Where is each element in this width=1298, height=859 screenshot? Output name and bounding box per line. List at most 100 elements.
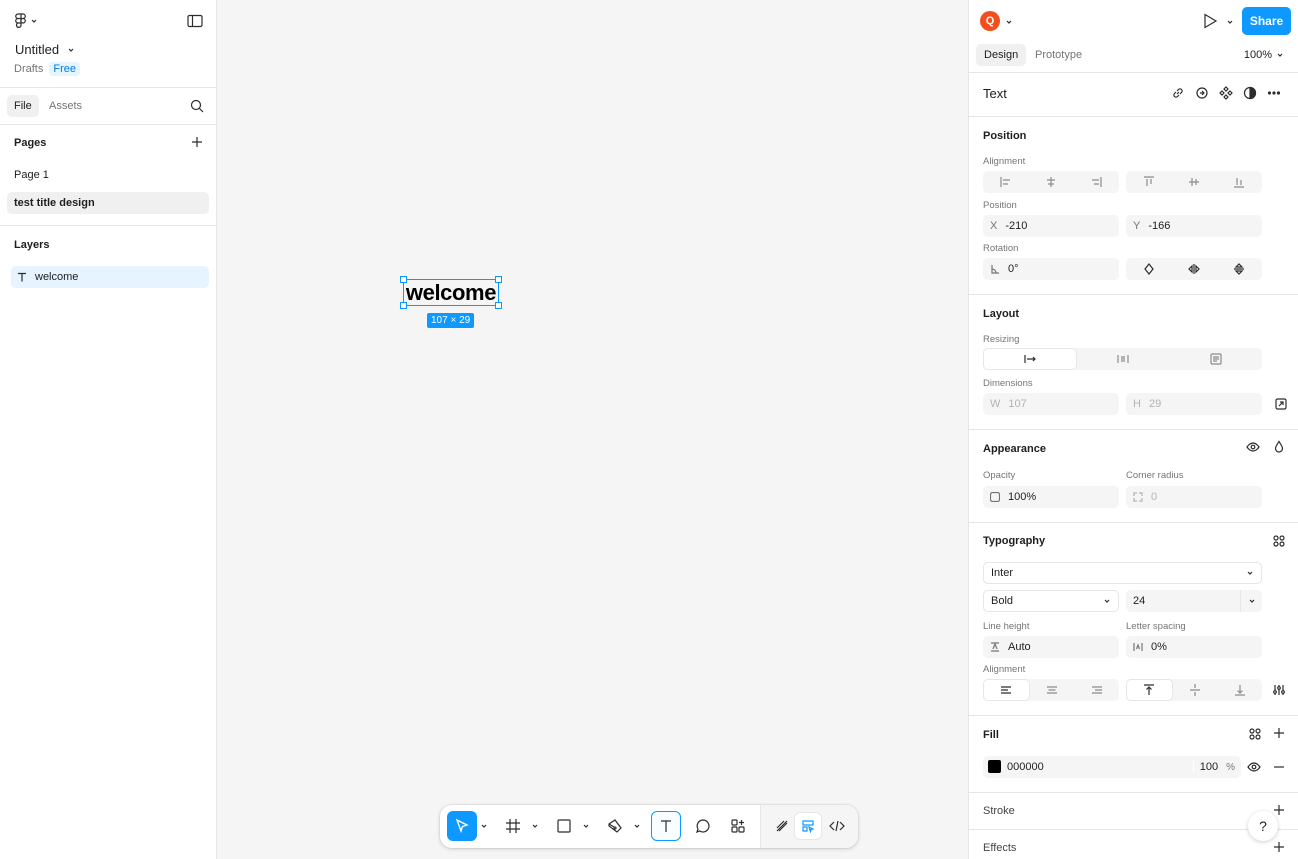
auto-height-icon[interactable] (1077, 348, 1169, 370)
fixed-size-icon[interactable] (1170, 348, 1262, 370)
shape-tool-button[interactable] (549, 811, 579, 841)
text-align-middle-icon[interactable] (1173, 679, 1218, 701)
tab-prototype[interactable]: Prototype (1035, 44, 1082, 66)
sidebar-toggle-button[interactable] (187, 14, 203, 28)
fill-visibility-toggle[interactable] (1247, 760, 1261, 774)
help-button[interactable]: ? (1248, 811, 1278, 841)
move-tool-chevron[interactable] (480, 822, 488, 830)
resize-handle-bottom-right[interactable] (495, 302, 502, 309)
line-height-field[interactable]: Auto (983, 636, 1119, 658)
present-button[interactable] (1202, 13, 1218, 29)
tab-assets[interactable]: Assets (49, 95, 82, 117)
component-instance-icon[interactable] (1195, 86, 1209, 100)
resizing-group (983, 348, 1262, 370)
pen-tool-button[interactable] (600, 811, 630, 841)
avatar[interactable]: Q (980, 11, 1000, 31)
align-right-icon[interactable] (1074, 171, 1119, 193)
add-stroke-button[interactable] (1273, 804, 1285, 816)
add-fill-button[interactable] (1273, 727, 1285, 739)
text-tool-button[interactable] (651, 811, 681, 841)
frame-tool-chevron[interactable] (531, 822, 539, 830)
y-position-field[interactable]: Y -166 (1126, 215, 1262, 237)
create-component-icon[interactable] (1219, 86, 1233, 100)
align-vertical-center-icon[interactable] (1171, 171, 1216, 193)
align-top-icon[interactable] (1126, 171, 1171, 193)
chevron-down-icon (1103, 597, 1111, 605)
add-effect-button[interactable] (1273, 841, 1285, 853)
fill-styles-button[interactable] (1248, 727, 1262, 741)
resize-handle-top-right[interactable] (495, 276, 502, 283)
pen-tool-chevron[interactable] (633, 822, 641, 830)
remove-fill-button[interactable] (1273, 761, 1285, 773)
file-title-button[interactable]: Untitled (15, 42, 75, 57)
rotation-field[interactable]: 0° (983, 258, 1119, 280)
text-styles-button[interactable] (1272, 534, 1286, 548)
auto-width-icon[interactable] (983, 348, 1078, 370)
canvas[interactable]: welcome 107 × 29 (217, 0, 968, 859)
letter-spacing-field[interactable]: 0% (1126, 636, 1262, 658)
font-size-field[interactable]: 24 (1126, 590, 1262, 612)
font-size-value: 24 (1133, 595, 1146, 607)
frame-tool-button[interactable] (498, 811, 528, 841)
type-settings-button[interactable] (1272, 683, 1286, 697)
avatar-menu-chevron[interactable] (1005, 18, 1013, 26)
design-mode-button[interactable] (795, 813, 821, 839)
text-align-right-icon[interactable] (1074, 679, 1119, 701)
text-align-left-icon[interactable] (983, 679, 1030, 701)
share-button[interactable]: Share (1242, 7, 1291, 35)
more-options-icon[interactable] (1267, 86, 1281, 100)
fill-row[interactable]: 000000 100 % (983, 756, 1241, 778)
divider (969, 116, 1298, 117)
flip-vertical-icon[interactable] (1217, 258, 1262, 280)
align-horizontal-center-icon[interactable] (1028, 171, 1073, 193)
visibility-toggle[interactable] (1246, 440, 1260, 454)
x-position-field[interactable]: X -210 (983, 215, 1119, 237)
page-item-page-1[interactable]: Page 1 (7, 164, 209, 186)
plan-badge[interactable]: Free (49, 62, 80, 76)
resize-handle-top-left[interactable] (400, 276, 407, 283)
appearance-section-title: Appearance (983, 443, 1046, 455)
shape-tool-chevron[interactable] (582, 822, 590, 830)
resize-handle-bottom-left[interactable] (400, 302, 407, 309)
layer-item-welcome[interactable]: welcome (11, 266, 209, 288)
add-page-button[interactable] (191, 136, 203, 148)
draw-icon (776, 820, 788, 832)
text-align-bottom-icon[interactable] (1217, 679, 1262, 701)
drafts-link[interactable]: Drafts (14, 63, 43, 75)
fill-opacity[interactable]: 100 (1192, 761, 1218, 773)
text-align-center-icon[interactable] (1030, 679, 1075, 701)
blend-mode-button[interactable] (1272, 440, 1286, 454)
search-button[interactable] (190, 99, 204, 113)
comment-tool-button[interactable] (688, 811, 718, 841)
tab-file[interactable]: File (7, 95, 39, 117)
text-align-top-icon[interactable] (1126, 679, 1173, 701)
constrain-proportions-button[interactable] (1274, 397, 1288, 411)
present-options-chevron[interactable] (1226, 18, 1234, 26)
main-menu-button[interactable] (14, 13, 38, 29)
opacity-field[interactable]: 100% (983, 486, 1119, 508)
dev-mode-button[interactable] (822, 811, 852, 841)
height-field[interactable]: H 29 (1126, 393, 1262, 415)
flip-horizontal-icon[interactable] (1171, 258, 1216, 280)
font-weight-select[interactable]: Bold (983, 590, 1119, 612)
actions-button[interactable] (723, 811, 753, 841)
text-icon (661, 820, 671, 832)
fill-hex[interactable]: 000000 (1007, 761, 1185, 773)
chevron-down-icon[interactable] (1240, 590, 1262, 612)
align-bottom-icon[interactable] (1217, 171, 1262, 193)
fill-swatch[interactable] (988, 760, 1001, 773)
selected-text-layer[interactable]: welcome (403, 279, 499, 306)
right-panel: Q Share Design Prototype 100% Text Posit… (968, 0, 1298, 859)
align-left-icon[interactable] (983, 171, 1028, 193)
zoom-dropdown[interactable]: 100% (1244, 44, 1284, 66)
font-family-select[interactable]: Inter (983, 562, 1262, 584)
width-field[interactable]: W 107 (983, 393, 1119, 415)
mask-icon[interactable] (1243, 86, 1257, 100)
rotate-90-icon[interactable] (1126, 258, 1171, 280)
tab-design[interactable]: Design (976, 44, 1027, 66)
page-item-test-title-design[interactable]: test title design (7, 192, 209, 214)
corner-radius-field[interactable]: 0 (1126, 486, 1262, 508)
link-icon[interactable] (1171, 86, 1185, 100)
move-tool-button[interactable] (447, 811, 477, 841)
draw-mode-button[interactable] (767, 811, 797, 841)
